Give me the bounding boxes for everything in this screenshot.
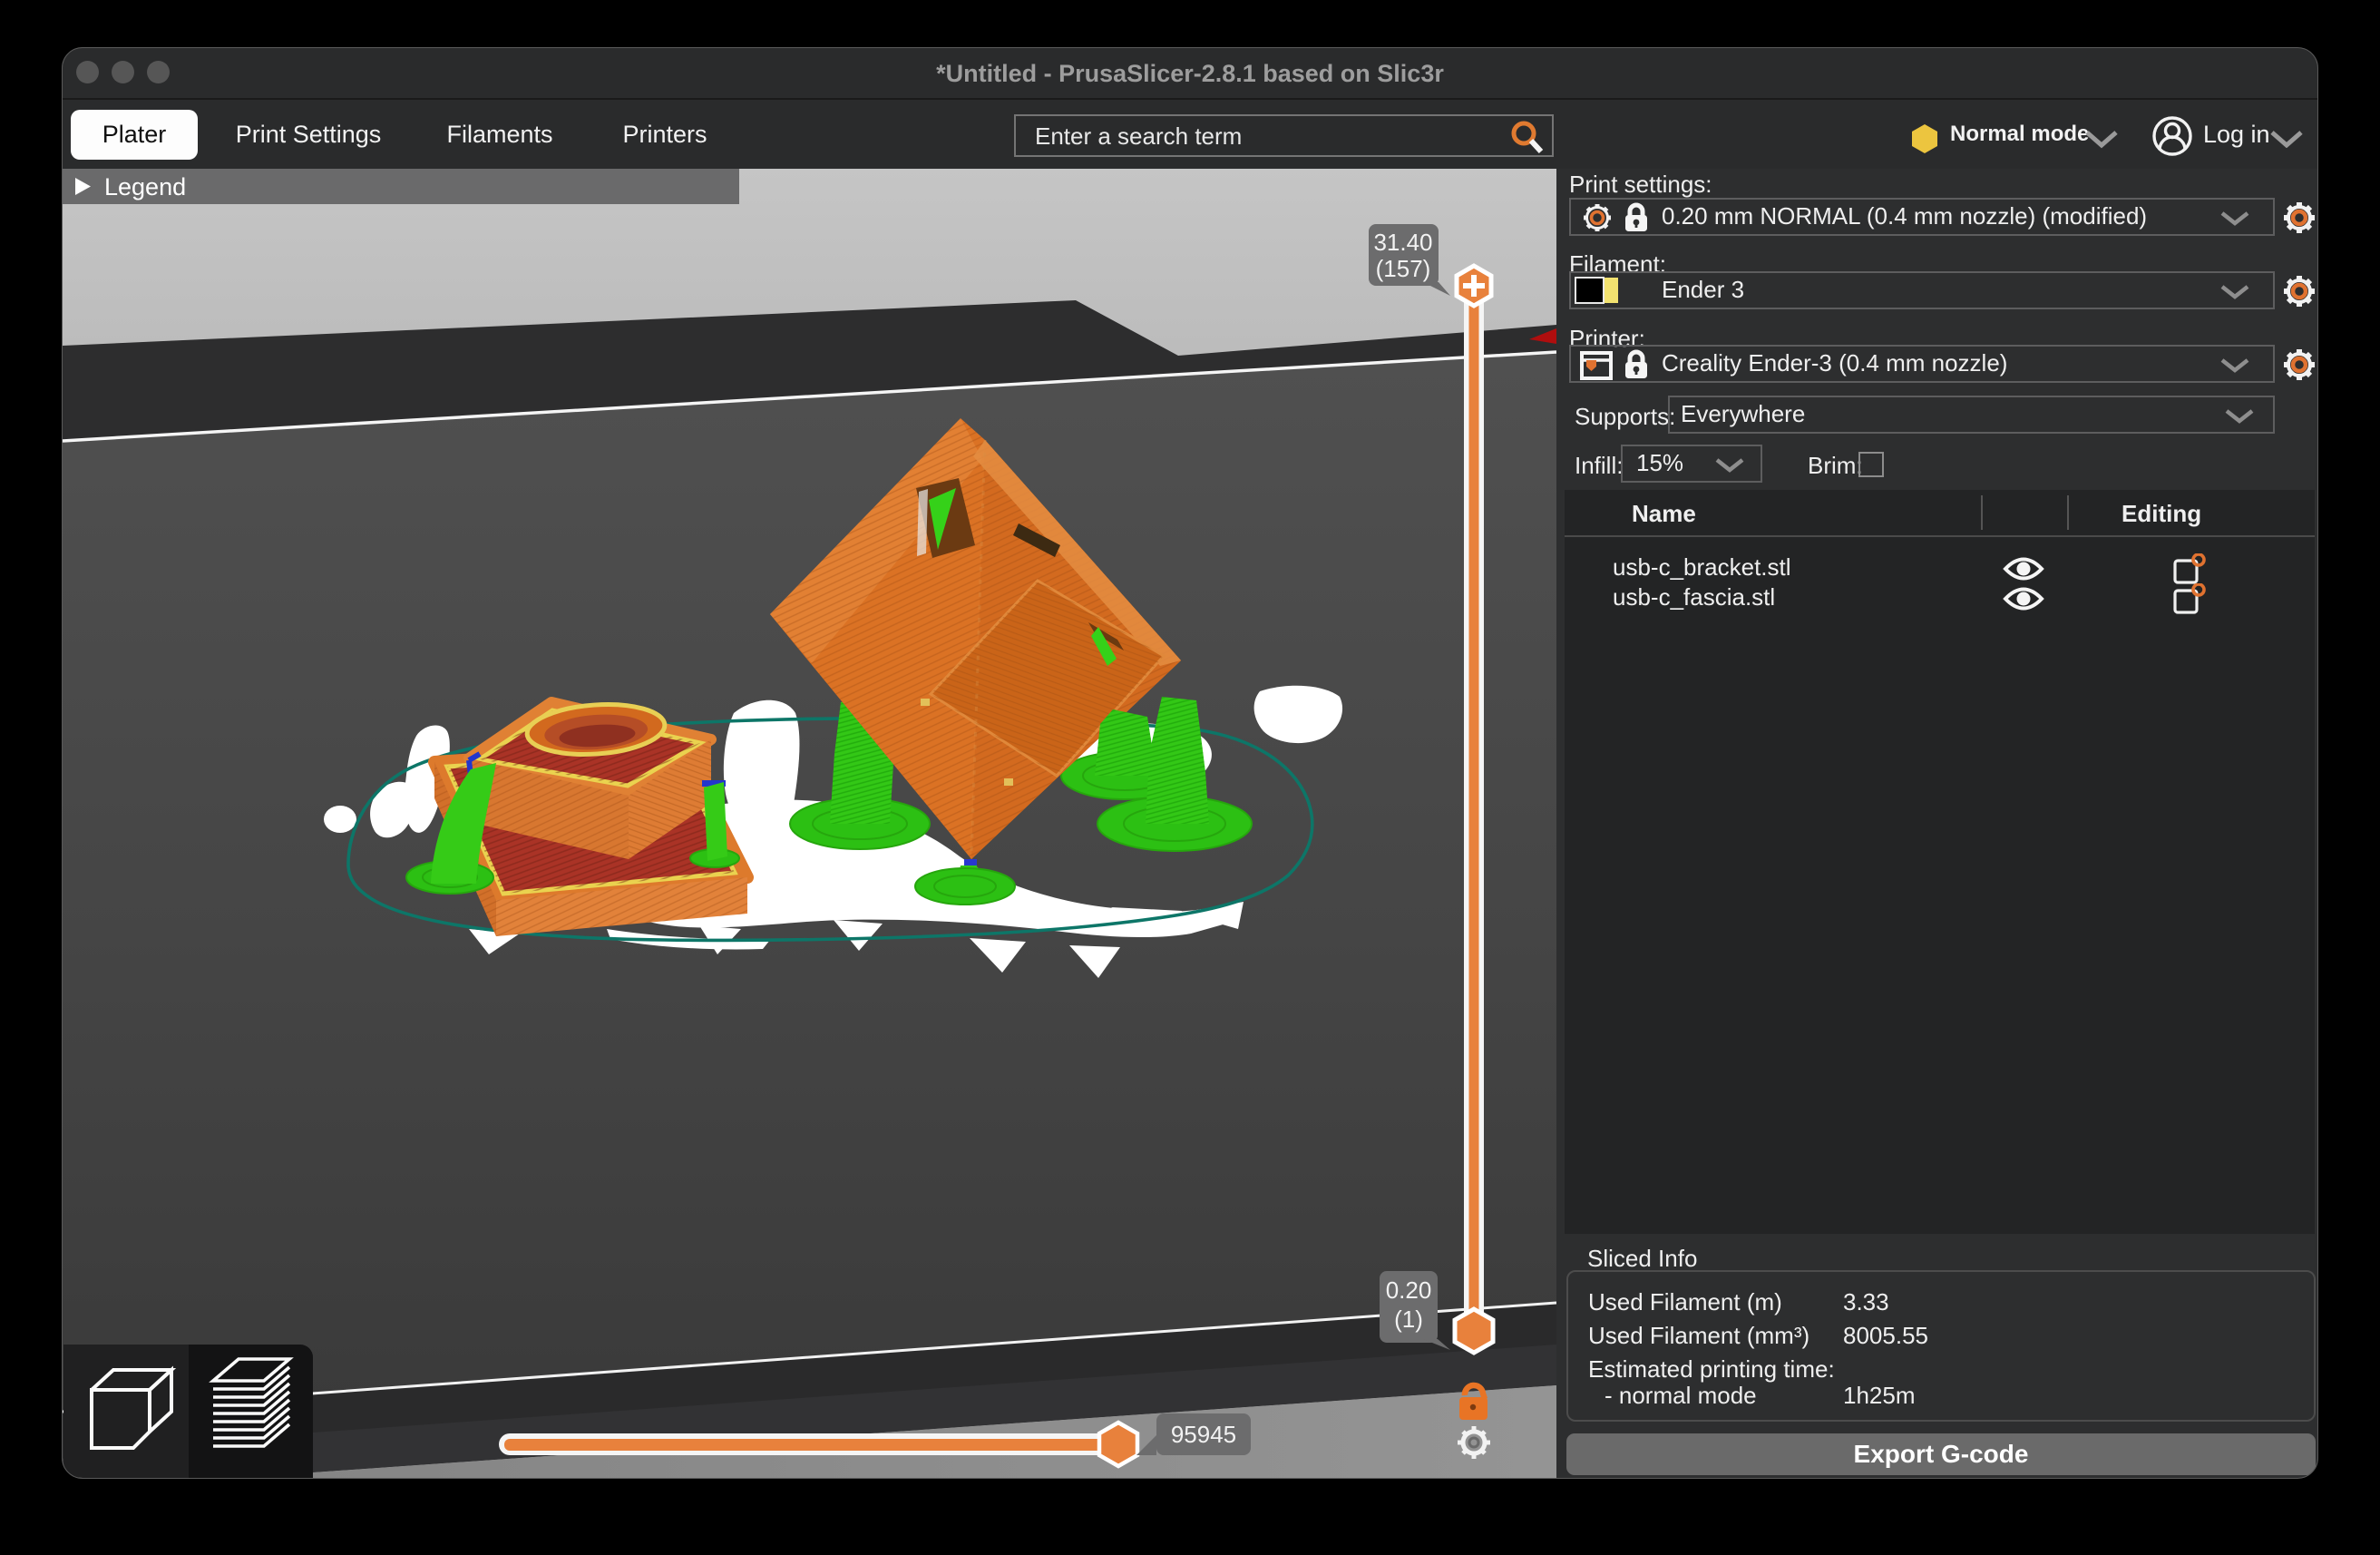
svg-text:0.20: 0.20 xyxy=(1386,1276,1432,1304)
svg-text:Legend: Legend xyxy=(104,173,186,200)
svg-text:31.40: 31.40 xyxy=(1373,229,1432,256)
svg-text:(157): (157) xyxy=(1376,255,1431,282)
svg-text:95945: 95945 xyxy=(1171,1421,1236,1448)
svg-text:(1): (1) xyxy=(1394,1306,1423,1333)
